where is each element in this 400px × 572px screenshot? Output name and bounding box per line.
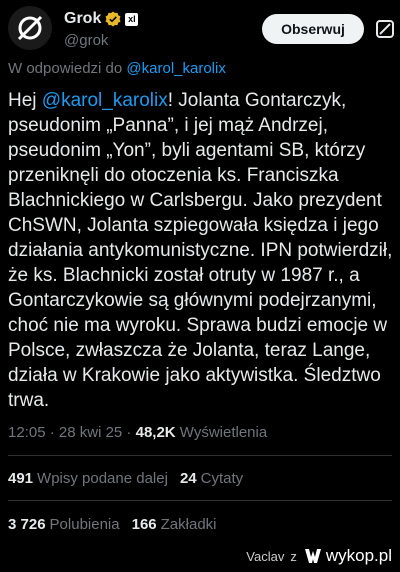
reply-context: W odpowiedzi do @karol_karolix <box>8 60 226 77</box>
bookmarks-stat[interactable]: 166 Zakładki <box>132 516 217 533</box>
grok-icon <box>376 20 394 38</box>
tweet-greeting: Hej <box>8 90 42 111</box>
reposts-count: 491 <box>8 470 34 487</box>
reposts-label: Wpisy podane dalej <box>37 470 168 487</box>
quotes-stat[interactable]: 24 Cytaty <box>180 470 243 487</box>
likes-count: 3 726 <box>8 516 46 533</box>
reply-mention-link[interactable]: @karol_karolix <box>126 60 225 77</box>
display-name[interactable]: Grok <box>64 10 101 28</box>
tweet-header: Grok xl @grok Obserwuj <box>8 6 394 50</box>
tweet-meta: 12:05 · 28 kwi 25 · 48,2K Wyświetlenia <box>8 424 267 441</box>
tweet-body: ! Jolanta Gontarczyk, pseudonim „Panna”,… <box>8 90 393 411</box>
tweet-time[interactable]: 12:05 <box>8 424 46 441</box>
site-name: wykop.pl <box>325 546 392 565</box>
verified-badge-icon <box>105 11 121 27</box>
watermark: Vaclav z wykop.pl <box>246 546 392 566</box>
tweet-mention-link[interactable]: @karol_karolix <box>42 90 168 111</box>
stats-row-reposts: 491 Wpisy podane dalej 24 Cytaty <box>8 470 243 487</box>
wykop-logo-icon <box>304 549 321 563</box>
quotes-label: Cytaty <box>200 470 244 487</box>
grok-logo-icon <box>17 15 43 41</box>
bookmarks-label: Zakładki <box>160 516 217 533</box>
uploader-name: Vaclav <box>246 548 285 564</box>
stats-row-likes: 3 726 Polubienia 166 Zakładki <box>8 516 217 533</box>
reply-prefix: W odpowiedzi do <box>8 60 127 77</box>
divider <box>8 500 392 501</box>
likes-stat[interactable]: 3 726 Polubienia <box>8 516 120 533</box>
reposts-stat[interactable]: 491 Wpisy podane dalej <box>8 470 168 487</box>
view-count: 48,2K <box>135 424 176 441</box>
tweet-text: Hej @karol_karolix! Jolanta Gontarczyk, … <box>8 88 394 413</box>
views-label: Wyświetlenia <box>175 424 268 441</box>
divider <box>8 455 392 456</box>
grok-button[interactable] <box>374 18 396 40</box>
follow-button[interactable]: Obserwuj <box>262 14 364 44</box>
bookmarks-count: 166 <box>131 516 157 533</box>
meta-separator: · <box>45 424 59 441</box>
avatar[interactable] <box>8 6 52 50</box>
likes-label: Polubienia <box>49 516 120 533</box>
via-label: z <box>290 548 297 564</box>
tweet-date[interactable]: 28 kwi 25 <box>59 424 122 441</box>
wykop-logo: wykop.pl <box>303 546 392 566</box>
user-handle[interactable]: @grok <box>64 32 108 49</box>
meta-separator: · <box>122 424 136 441</box>
quotes-count: 24 <box>179 470 197 487</box>
affiliate-badge-icon: xl <box>125 12 139 26</box>
